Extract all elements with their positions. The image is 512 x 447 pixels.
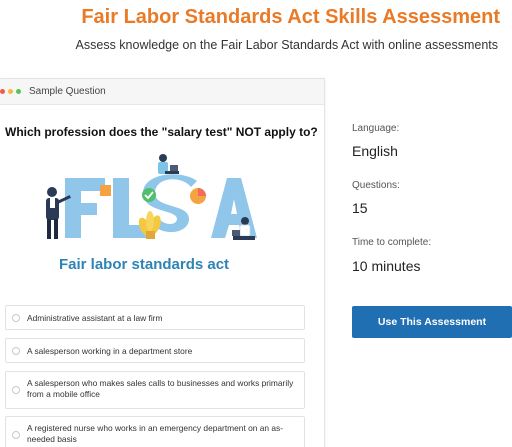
questions-label: Questions: (352, 180, 400, 191)
window-dot-yellow-icon (8, 89, 13, 94)
language-label: Language: (352, 123, 400, 134)
flsa-illustration: Fair labor standards act (5, 151, 305, 289)
time-to-complete-value: 10 minutes (352, 258, 421, 274)
answer-option-label: A salesperson who makes sales calls to b… (27, 378, 294, 399)
radio-button[interactable] (12, 314, 20, 322)
page-title: Fair Labor Standards Act Skills Assessme… (81, 6, 500, 28)
time-to-complete-label: Time to complete: (352, 237, 432, 248)
radio-button[interactable] (12, 347, 20, 355)
sample-question-card: Sample Question Which profession does th… (0, 78, 325, 447)
radio-button[interactable] (12, 386, 20, 394)
question-text: Which profession does the "salary test" … (5, 125, 318, 139)
card-header: Sample Question (0, 79, 324, 105)
page-subtitle: Assess knowledge on the Fair Labor Stand… (75, 38, 498, 52)
answer-option-label: A salesperson working in a department st… (27, 346, 193, 356)
window-dot-red-icon (0, 89, 5, 94)
questions-value: 15 (352, 200, 368, 216)
use-this-assessment-button[interactable]: Use This Assessment (352, 306, 512, 338)
card-header-label: Sample Question (29, 86, 106, 97)
answer-option-label: A registered nurse who works in an emerg… (27, 423, 284, 444)
radio-button[interactable] (12, 431, 20, 439)
answer-option-2[interactable]: A salesperson working in a department st… (5, 338, 305, 363)
answer-option-1[interactable]: Administrative assistant at a law firm (5, 305, 305, 330)
answer-option-3[interactable]: A salesperson who makes sales calls to b… (5, 371, 305, 409)
answer-option-label: Administrative assistant at a law firm (27, 313, 163, 323)
answer-option-4[interactable]: A registered nurse who works in an emerg… (5, 416, 305, 447)
window-dot-green-icon (16, 89, 21, 94)
language-value: English (352, 143, 398, 159)
illustration-caption: Fair labor standards act (59, 256, 230, 273)
